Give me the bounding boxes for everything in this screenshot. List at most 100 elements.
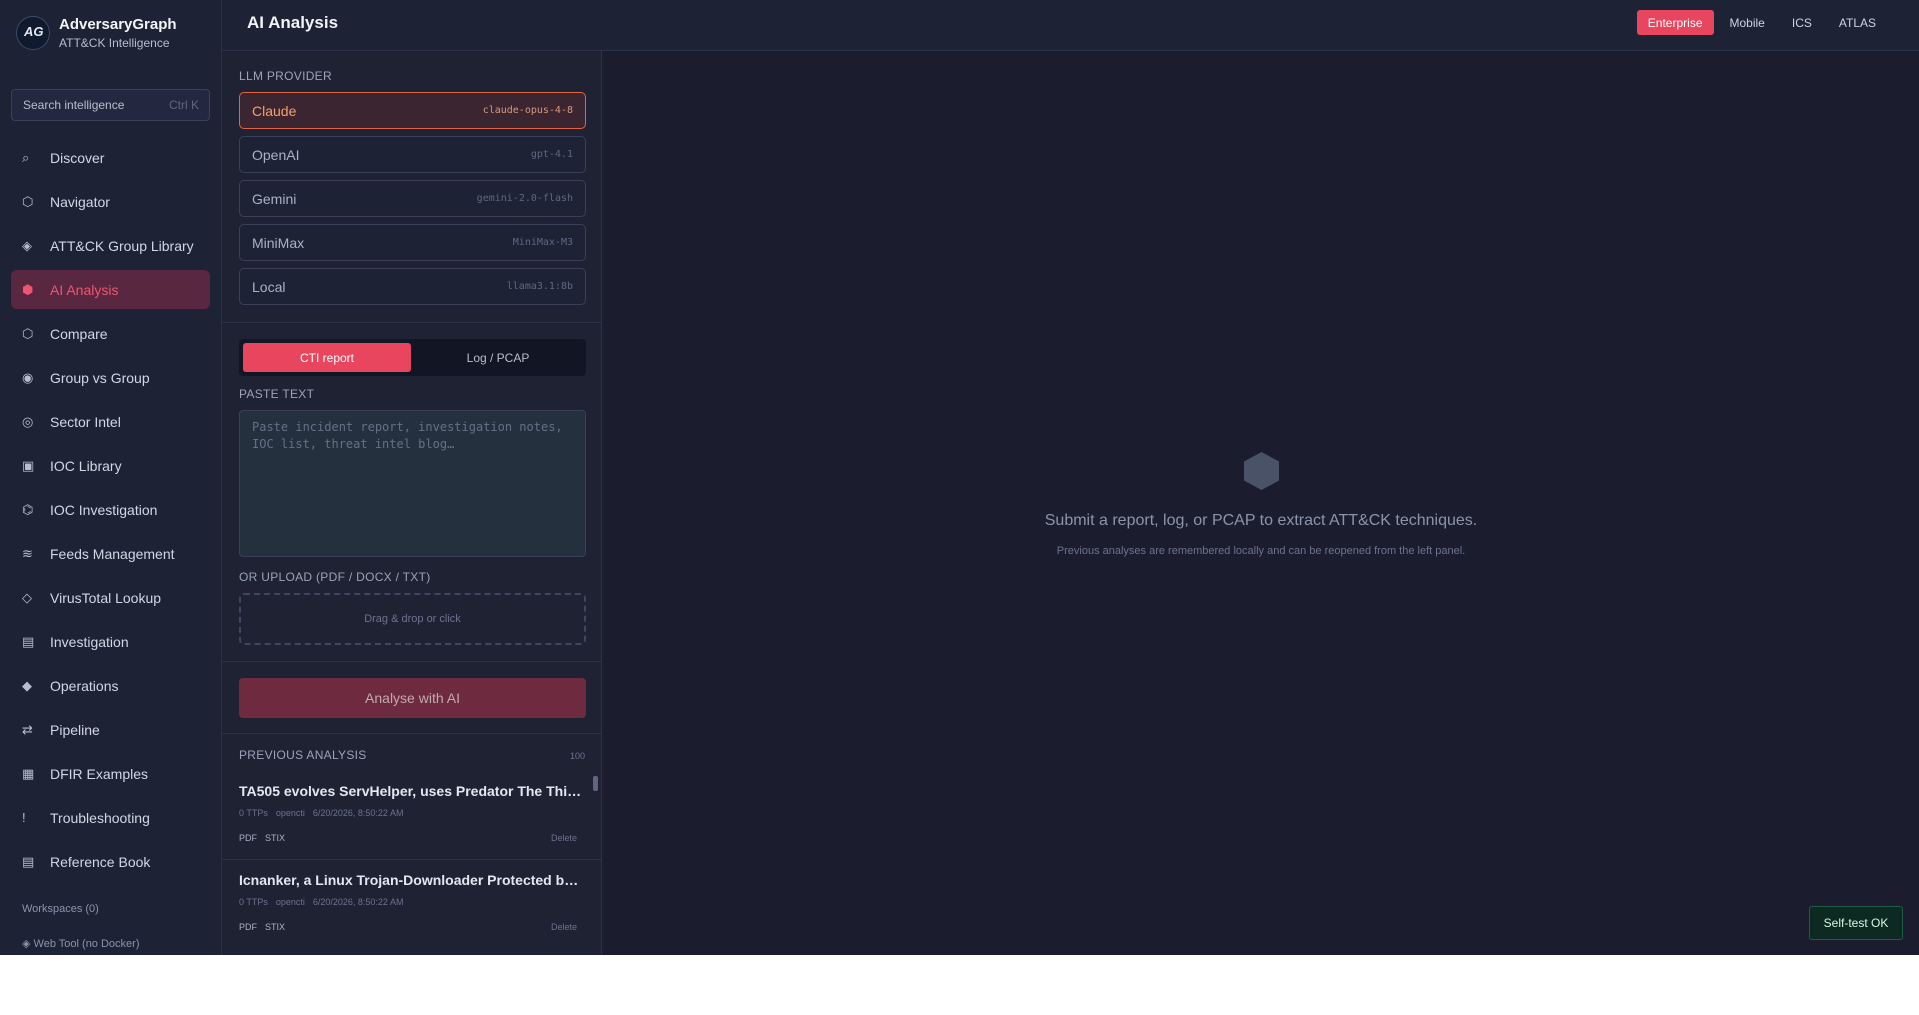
export-stix-button[interactable]: STIX <box>265 833 285 843</box>
gear-hex-icon: ⌬ <box>22 501 34 517</box>
circle-target-icon: ◎ <box>22 413 34 429</box>
sidebar-item-sector-intel[interactable]: ◎ Sector Intel <box>11 402 210 441</box>
history-ttps: 0 TTPs <box>239 808 268 818</box>
brand-title: AdversaryGraph <box>59 16 177 33</box>
sidebar-nav: ⌕ Discover ⬡ Navigator ◈ ATT&CK Group Libra… <box>11 138 210 886</box>
delete-button[interactable]: Delete <box>551 922 577 932</box>
sidebar-item-ioc-library[interactable]: ▣ IOC Library <box>11 446 210 485</box>
sidebar-item-label: IOC Investigation <box>50 501 158 518</box>
workspaces-link[interactable]: Workspaces (0) <box>22 903 99 915</box>
sidebar-item-operations[interactable]: ◆ Operations <box>11 666 210 705</box>
provider-claude[interactable]: Claude claude-opus-4-8 <box>239 92 586 129</box>
history-ttps: 0 TTPs <box>239 897 268 907</box>
sidebar-item-virustotal-lookup[interactable]: ◇ VirusTotal Lookup <box>11 578 210 617</box>
divider <box>222 322 601 323</box>
page-title: AI Analysis <box>247 13 339 32</box>
search-placeholder: Search intelligence <box>23 98 125 112</box>
history-title: TA505 evolves ServHelper, uses Predator … <box>239 783 583 799</box>
llm-provider-label: LLM PROVIDER <box>239 69 332 83</box>
upload-dropzone[interactable]: Drag & drop or click <box>239 593 586 645</box>
provider-gemini[interactable]: Gemini gemini-2.0-flash <box>239 180 586 217</box>
empty-state-subtitle: Previous analyses are remembered locally… <box>1056 545 1466 557</box>
export-pdf-button[interactable]: PDF <box>239 922 257 932</box>
history-source: opencti <box>275 808 305 818</box>
history-meta: 0 TTPs opencti 6/20/2026, 8:50:22 AM <box>239 808 411 818</box>
target-icon: ◉ <box>22 369 34 385</box>
sidebar-item-pipeline[interactable]: ⇄ Pipeline <box>11 710 210 749</box>
sidebar-item-troubleshooting[interactable]: ! Troubleshooting <box>11 798 210 837</box>
sidebar-item-group-vs-group[interactable]: ◉ Group vs Group <box>11 358 210 397</box>
mode-cti-report[interactable]: CTI report <box>243 343 411 372</box>
arrows-icon: ⇄ <box>22 721 33 737</box>
brand[interactable]: AG AdversaryGraph ATT&CK Intelligence <box>16 14 216 54</box>
sidebar-item-navigator[interactable]: ⬡ Navigator <box>11 182 210 221</box>
paste-text-label: PASTE TEXT <box>239 387 315 401</box>
search-input[interactable]: Search intelligence Ctrl K <box>11 89 210 121</box>
sidebar-item-compare[interactable]: ⬡ Compare <box>11 314 210 353</box>
provider-model: MiniMax-M3 <box>512 237 573 248</box>
export-stix-button[interactable]: STIX <box>265 922 285 932</box>
previous-count: 100 <box>569 751 585 761</box>
sidebar-item-feeds-management[interactable]: ≋ Feeds Management <box>11 534 210 573</box>
history-item[interactable]: TA505 evolves ServHelper, uses Predator … <box>222 771 596 859</box>
history-date: 6/20/2026, 8:50:22 AM <box>312 808 404 818</box>
sidebar-item-discover[interactable]: ⌕ Discover <box>11 138 210 177</box>
sidebar-item-dfir-examples[interactable]: ▦ DFIR Examples <box>11 754 210 793</box>
sidebar-item-investigation[interactable]: ▤ Investigation <box>11 622 210 661</box>
sidebar-item-label: Discover <box>50 149 105 166</box>
export-pdf-button[interactable]: PDF <box>239 833 257 843</box>
history-tags: PDF STIX <box>239 833 293 843</box>
sidebar-item-ioc-investigation[interactable]: ⌬ IOC Investigation <box>11 490 210 529</box>
delete-button[interactable]: Delete <box>551 833 577 843</box>
sidebar-item-label: ATT&CK Group Library <box>50 237 194 254</box>
sidebar-item-label: Operations <box>50 677 119 694</box>
provider-model: gemini-2.0-flash <box>476 193 573 204</box>
diamond-outline-icon: ◇ <box>22 589 32 605</box>
sidebar-item-group-library[interactable]: ◈ ATT&CK Group Library <box>11 226 210 265</box>
provider-minimax[interactable]: MiniMax MiniMax-M3 <box>239 224 586 261</box>
sidebar-item-label: IOC Library <box>50 457 122 474</box>
webtool-status: ◈ Web Tool (no Docker) <box>22 938 140 950</box>
sidebar-item-label: VirusTotal Lookup <box>50 589 162 606</box>
hexagon-filled-icon: ⬢ <box>22 281 34 297</box>
self-test-badge[interactable]: Self-test OK <box>1809 906 1903 940</box>
sidebar-item-label: DFIR Examples <box>50 765 149 782</box>
history-title: Icnanker, a Linux Trojan-Downloader Prot… <box>239 872 583 888</box>
exclamation-icon: ! <box>22 810 26 825</box>
sidebar-item-ai-analysis[interactable]: ⬢ AI Analysis <box>11 270 210 309</box>
provider-model: claude-opus-4-8 <box>482 105 573 116</box>
empty-state-title: Submit a report, log, or PCAP to extract… <box>1044 512 1478 529</box>
matrix-tabs: Enterprise Mobile ICS ATLAS <box>1636 10 1887 35</box>
sidebar-item-label: AI Analysis <box>50 281 119 298</box>
divider <box>222 733 601 734</box>
sidebar-item-label: Navigator <box>50 193 110 210</box>
history-date: 6/20/2026, 8:50:22 AM <box>312 897 404 907</box>
analyse-button[interactable]: Analyse with AI <box>239 678 586 718</box>
diamond-filled-icon: ◆ <box>22 677 32 693</box>
sidebar-item-label: Group vs Group <box>50 369 150 386</box>
hexagon-icon: ⬡ <box>22 193 34 209</box>
tab-enterprise[interactable]: Enterprise <box>1636 10 1714 35</box>
tab-ics[interactable]: ICS <box>1781 10 1823 35</box>
tab-mobile[interactable]: Mobile <box>1719 10 1776 35</box>
tab-atlas[interactable]: ATLAS <box>1828 10 1887 35</box>
results-area: Submit a report, log, or PCAP to extract… <box>603 51 1919 955</box>
paste-text-input[interactable] <box>239 410 586 557</box>
sidebar-item-label: Feeds Management <box>50 545 175 562</box>
app-window: AG AdversaryGraph ATT&CK Intelligence Se… <box>0 0 1919 955</box>
wave-icon: ≋ <box>22 545 33 561</box>
sidebar-item-reference-book[interactable]: ▤ Reference Book <box>11 842 210 881</box>
logo-text: AG <box>24 24 44 39</box>
book-icon: ▤ <box>22 853 35 869</box>
square-icon: ▣ <box>22 457 35 473</box>
sidebar-item-label: Compare <box>50 325 108 342</box>
upload-label: OR UPLOAD (PDF / DOCX / TXT) <box>239 570 431 584</box>
sidebar-item-label: Troubleshooting <box>50 809 150 826</box>
mode-log-pcap[interactable]: Log / PCAP <box>414 343 582 372</box>
provider-model: llama3.1:8b <box>506 281 573 292</box>
provider-name: Claude <box>252 103 297 119</box>
provider-openai[interactable]: OpenAI gpt-4.1 <box>239 136 586 173</box>
history-item[interactable]: Icnanker, a Linux Trojan-Downloader Prot… <box>222 860 596 948</box>
provider-local[interactable]: Local llama3.1:8b <box>239 268 586 305</box>
sidebar-item-label: Sector Intel <box>50 413 121 430</box>
